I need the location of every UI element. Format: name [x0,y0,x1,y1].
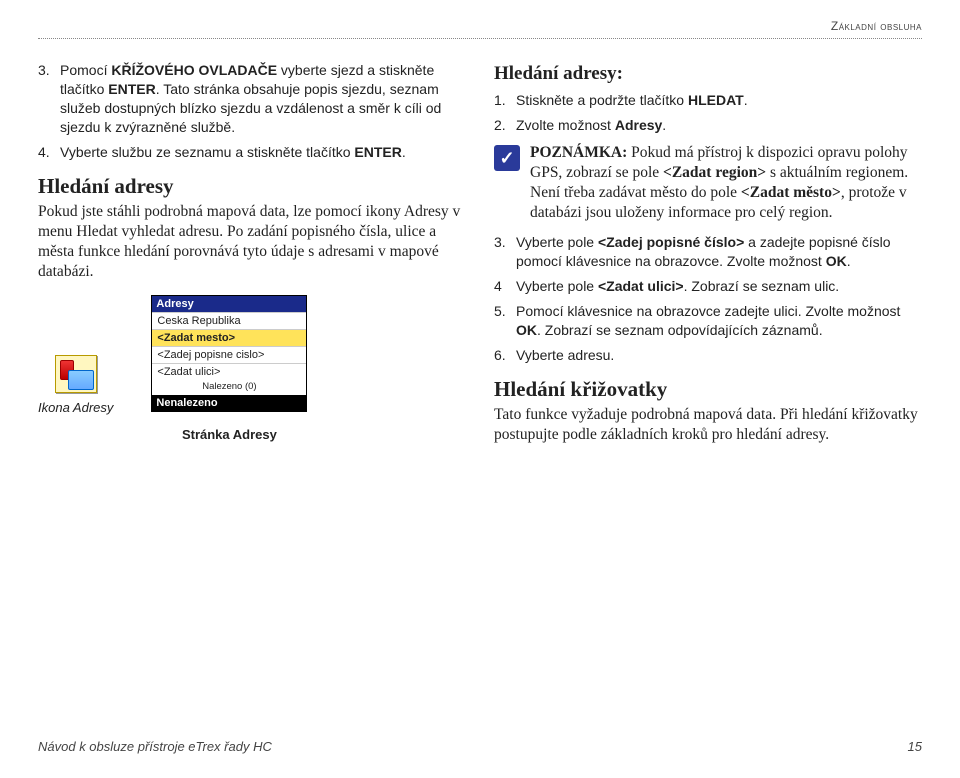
figures-row: Ikona Adresy Adresy Ceska Republika <Zad… [38,295,466,444]
section-heading: Hledání křižovatky [494,375,922,403]
note-block: ✓ POZNÁMKA: Pokud má přístroj k dispozic… [494,143,922,224]
figure-icon-adresy: Ikona Adresy [38,355,113,417]
step-text: Vyberte adresu. [516,346,922,365]
screen-titlebar: Adresy [152,296,306,313]
screen-row: Ceska Republika [152,312,306,329]
section-body: Tato funkce vyžaduje podrobná mapová dat… [494,405,922,445]
step-text: Pomocí klávesnice na obrazovce zadejte u… [516,302,922,340]
step-text: Vyberte službu ze seznamu a stiskněte tl… [60,143,466,162]
note-text: POZNÁMKA: Pokud má přístroj k dispozici … [530,143,922,224]
step-number: 4. [38,143,60,162]
page-number: 15 [908,738,922,756]
step-text: Vyberte pole <Zadej popisné číslo> a zad… [516,233,922,271]
header-divider [38,38,922,39]
screen-row: <Zadat ulici> [152,363,306,380]
figure-screen: Adresy Ceska Republika <Zadat mesto> <Za… [151,295,307,444]
header-text: Základní obsluha [831,19,922,33]
step-number: 3. [494,233,516,271]
list-item: 4 Vyberte pole <Zadat ulici>. Zobrazí se… [494,277,922,296]
step-text: Zvolte možnost Adresy. [516,116,922,135]
figure-caption: Stránka Adresy [182,426,277,444]
step-number: 4 [494,277,516,296]
list-item: 3. Vyberte pole <Zadej popisné číslo> a … [494,233,922,271]
list-item: 1. Stiskněte a podržte tlačítko HLEDAT. [494,91,922,110]
list-item: 5. Pomocí klávesnice na obrazovce zadejt… [494,302,922,340]
section-body: Pokud jste stáhli podrobná mapová data, … [38,202,466,283]
step-text: Stiskněte a podržte tlačítko HLEDAT. [516,91,922,110]
list-item: 4. Vyberte službu ze seznamu a stiskněte… [38,143,466,162]
figure-caption: Ikona Adresy [38,399,113,417]
two-column-layout: 3. Pomocí KŘÍŽOVÉHO OVLADAČE vyberte sje… [38,61,922,451]
list-item: 6. Vyberte adresu. [494,346,922,365]
procedure-heading: Hledání adresy: [494,61,922,87]
section-heading: Hledání adresy [38,172,466,200]
page-footer: Návod k obsluze přístroje eTrex řady HC … [38,738,922,756]
device-screen: Adresy Ceska Republika <Zadat mesto> <Za… [151,295,307,413]
step-text: Pomocí KŘÍŽOVÉHO OVLADAČE vyberte sjezd … [60,61,466,137]
step-number: 1. [494,91,516,110]
step-number: 2. [494,116,516,135]
right-column: Hledání adresy: 1. Stiskněte a podržte t… [494,61,922,451]
adresy-icon [55,355,97,393]
list-item: 2. Zvolte možnost Adresy. [494,116,922,135]
footer-title: Návod k obsluze přístroje eTrex řady HC [38,738,272,756]
step-number: 5. [494,302,516,340]
checkmark-icon: ✓ [494,145,520,171]
screen-result: Nenalezeno [152,395,306,412]
screen-row-highlighted: <Zadat mesto> [152,329,306,346]
list-item: 3. Pomocí KŘÍŽOVÉHO OVLADAČE vyberte sje… [38,61,466,137]
header-section-label: Základní obsluha [38,18,922,34]
screen-row: <Zadej popisne cislo> [152,346,306,363]
step-number: 6. [494,346,516,365]
step-text: Vyberte pole <Zadat ulici>. Zobrazí se s… [516,277,922,296]
screen-found-count: Nalezeno (0) [152,380,306,395]
left-column: 3. Pomocí KŘÍŽOVÉHO OVLADAČE vyberte sje… [38,61,466,451]
step-number: 3. [38,61,60,137]
